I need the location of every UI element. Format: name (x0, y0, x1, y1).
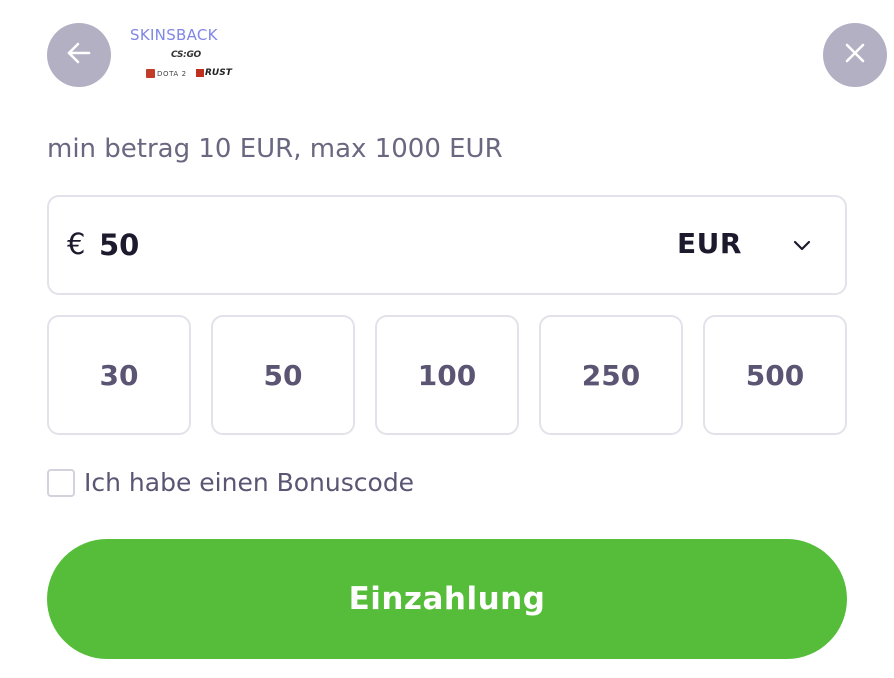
bonus-code-checkbox[interactable] (47, 468, 75, 497)
amount-input[interactable] (99, 223, 599, 267)
logo-brand-text: SKINSBACK (130, 26, 218, 44)
preset-amount-button[interactable]: 30 (47, 315, 191, 435)
currency-select[interactable]: EUR (677, 227, 742, 260)
skinsback-logo: SKINSBACK CS:GO DOTA 2 RUST (128, 26, 252, 84)
amount-limits-text: min betrag 10 EUR, max 1000 EUR (47, 134, 503, 164)
bonus-code-option[interactable]: Ich habe einen Bonuscode (47, 468, 414, 497)
currency-symbol: € (67, 227, 86, 261)
deposit-button[interactable]: Einzahlung (47, 539, 847, 659)
chevron-down-icon[interactable] (793, 237, 811, 256)
preset-amount-button[interactable]: 50 (211, 315, 355, 435)
close-button[interactable] (823, 23, 887, 87)
preset-amount-button[interactable]: 250 (539, 315, 683, 435)
preset-amount-button[interactable]: 100 (375, 315, 519, 435)
logo-rust-text: RUST (196, 68, 232, 78)
dota-icon (146, 69, 155, 78)
preset-amounts: 30 50 100 250 500 (47, 315, 847, 435)
preset-amount-button[interactable]: 500 (703, 315, 847, 435)
close-icon (844, 42, 866, 68)
logo-dota-text: DOTA 2 (146, 69, 187, 78)
arrow-left-icon (65, 39, 93, 71)
rust-icon (196, 69, 204, 77)
bonus-code-label: Ich habe einen Bonuscode (84, 468, 415, 497)
back-button[interactable] (47, 23, 111, 87)
logo-csgo-text: CS:GO (171, 50, 201, 60)
amount-field[interactable]: € EUR (47, 195, 847, 295)
